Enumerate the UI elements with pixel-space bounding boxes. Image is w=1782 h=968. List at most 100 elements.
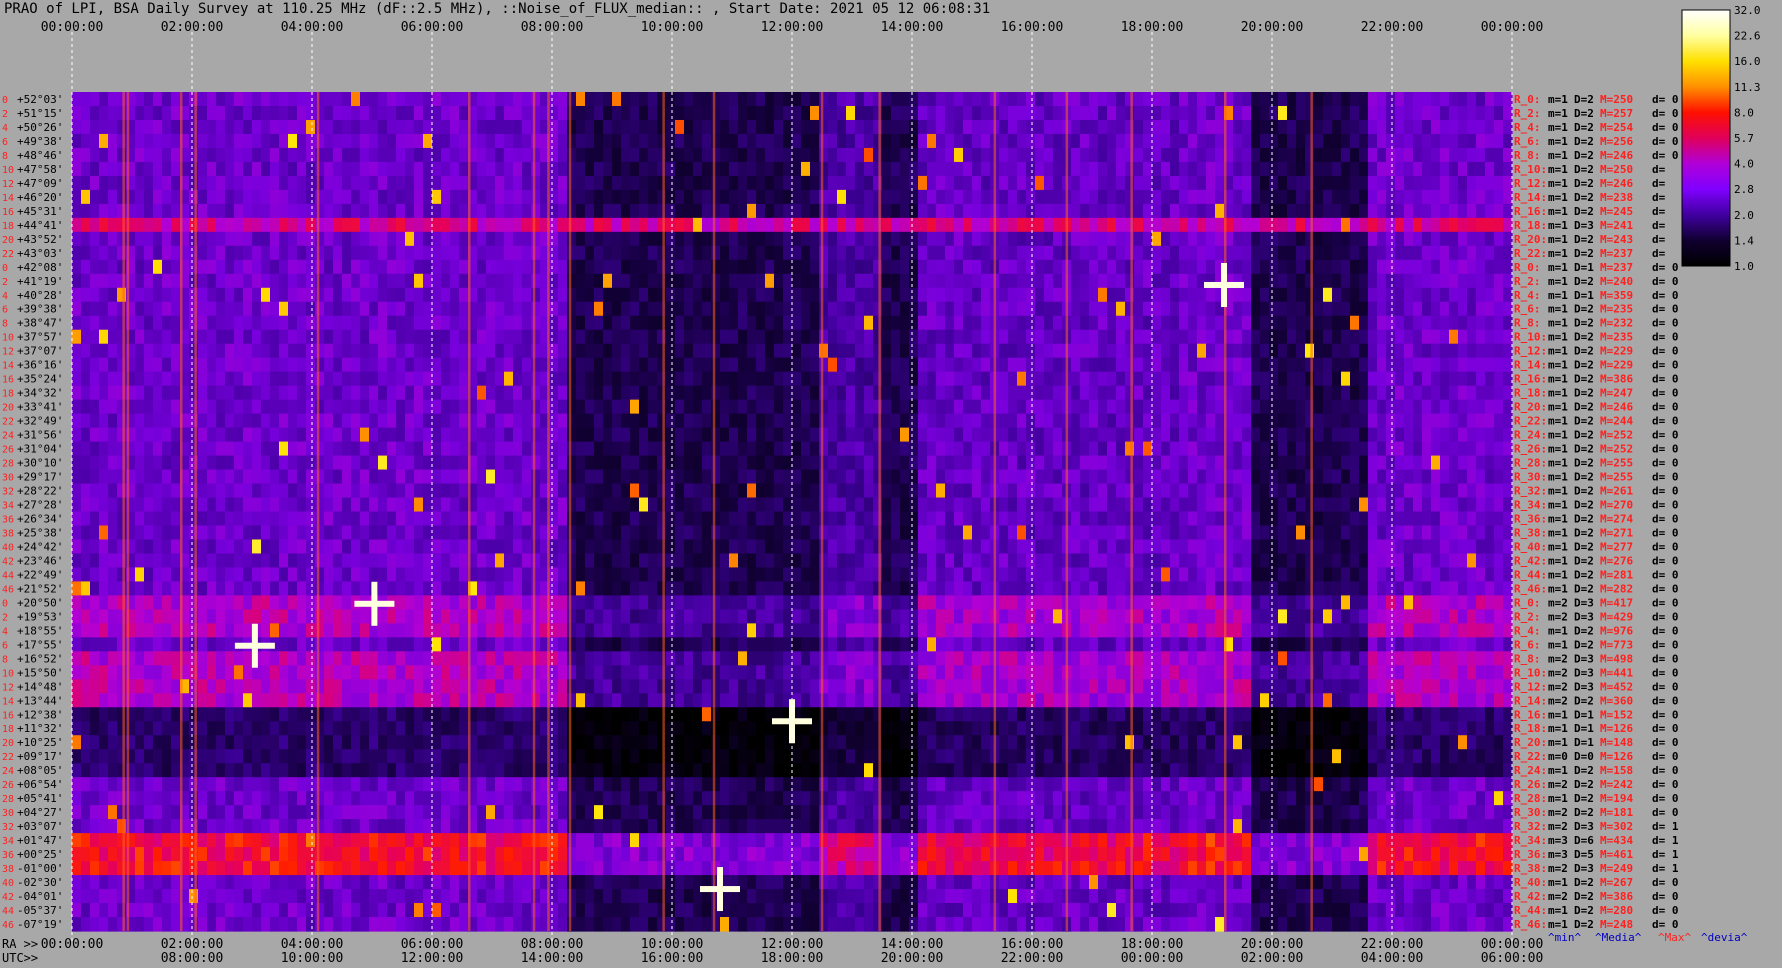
heatmap-cell [810, 413, 820, 429]
heatmap-cell [1116, 315, 1126, 331]
heatmap-cell [1404, 217, 1414, 233]
heatmap-cell [621, 469, 631, 485]
heatmap-cell [756, 329, 766, 345]
heatmap-cell [90, 371, 100, 387]
heatmap-cell [738, 343, 748, 359]
heatmap-cell [909, 203, 919, 219]
heatmap-cell [1323, 231, 1333, 247]
heatmap-cell [1359, 161, 1369, 177]
heatmap-cell [315, 245, 325, 261]
heatmap-cell [693, 385, 703, 401]
heatmap-cell [855, 413, 865, 429]
heatmap-cell [828, 133, 838, 149]
heatmap-cell [135, 329, 145, 345]
heatmap-cell [711, 469, 721, 485]
heatmap-cell [459, 259, 469, 275]
heatmap-cell [900, 259, 910, 275]
heatmap-cell [261, 441, 271, 457]
heatmap-cell [765, 497, 775, 513]
heatmap-cell [198, 147, 208, 163]
heatmap-cell [297, 399, 307, 415]
heatmap-cell [603, 329, 613, 345]
heatmap-cell [1278, 357, 1288, 373]
heatmap-cell [1107, 399, 1117, 415]
heatmap-cell [1296, 217, 1306, 233]
heatmap-cell [1053, 175, 1063, 191]
heatmap-cell [486, 511, 496, 527]
heatmap-cell [171, 245, 181, 261]
heatmap-cell [522, 427, 532, 443]
heatmap-cell [1485, 133, 1495, 149]
heatmap-cell [1386, 441, 1396, 457]
heatmap-cell [828, 469, 838, 485]
heatmap-cell [396, 455, 406, 471]
heatmap-cell [225, 92, 235, 107]
heatmap-cell [1206, 175, 1216, 191]
heatmap-cell [99, 231, 109, 247]
heatmap-cell [657, 301, 667, 317]
heatmap-cell [1170, 385, 1180, 401]
heatmap-cell [1080, 231, 1090, 247]
heatmap-cell [72, 413, 82, 429]
heatmap-cell [477, 483, 487, 499]
heatmap-cell [72, 203, 82, 219]
heatmap-cell [1503, 105, 1513, 121]
heatmap-cell [1116, 189, 1126, 205]
heatmap-cell [198, 427, 208, 443]
heatmap-cell [1134, 119, 1144, 135]
heatmap-cell [882, 161, 892, 177]
heatmap-cell [747, 399, 757, 415]
heatmap-cell [1305, 441, 1315, 457]
heatmap-cell [216, 329, 226, 345]
heatmap-cell [1215, 413, 1225, 429]
heatmap-cell [405, 287, 415, 303]
heatmap-cell [1485, 287, 1495, 303]
heatmap-cell [954, 189, 964, 205]
heatmap-cell [342, 273, 352, 289]
heatmap-cell [1368, 273, 1378, 289]
heatmap-cell [1341, 315, 1351, 331]
heatmap-cell [1377, 273, 1387, 289]
heatmap-cell [882, 357, 892, 373]
heatmap-cell [99, 161, 109, 177]
heatmap-cell [396, 413, 406, 429]
heatmap-cell [801, 483, 811, 499]
heatmap-cell [1332, 189, 1342, 205]
heatmap-cell [657, 343, 667, 359]
heatmap-cell [1089, 329, 1099, 345]
heatmap-cell [765, 189, 775, 205]
heatmap-cell [99, 329, 109, 345]
heatmap-cell [531, 189, 541, 205]
heatmap-cell [477, 105, 487, 121]
heatmap-cell [792, 231, 802, 247]
heatmap-cell [1467, 203, 1477, 219]
heatmap-cell [900, 427, 910, 443]
heatmap-cell [360, 483, 370, 499]
heatmap-cell [252, 343, 262, 359]
heatmap-cell [594, 105, 604, 121]
heatmap-cell [1404, 427, 1414, 443]
heatmap-cell [459, 413, 469, 429]
heatmap-cell [846, 343, 856, 359]
heatmap-cell [819, 161, 829, 177]
heatmap-cell [909, 161, 919, 177]
heatmap-cell [594, 329, 604, 345]
heatmap-cell [1260, 217, 1270, 233]
heatmap-cell [603, 273, 613, 289]
heatmap-cell [522, 315, 532, 331]
heatmap-cell [378, 105, 388, 121]
heatmap-cell [1476, 245, 1486, 261]
heatmap-cell [360, 455, 370, 471]
heatmap-cell [324, 329, 334, 345]
heatmap-cell [342, 483, 352, 499]
heatmap-cell [342, 189, 352, 205]
heatmap-cell [747, 203, 757, 219]
heatmap-cell [666, 119, 676, 135]
heatmap-cell [423, 413, 433, 429]
heatmap-cell [1161, 273, 1171, 289]
heatmap-cell [675, 259, 685, 275]
heatmap-cell [1404, 189, 1414, 205]
heatmap-cell [1440, 231, 1450, 247]
heatmap-cell [1494, 287, 1504, 303]
heatmap-cell [1413, 189, 1423, 205]
